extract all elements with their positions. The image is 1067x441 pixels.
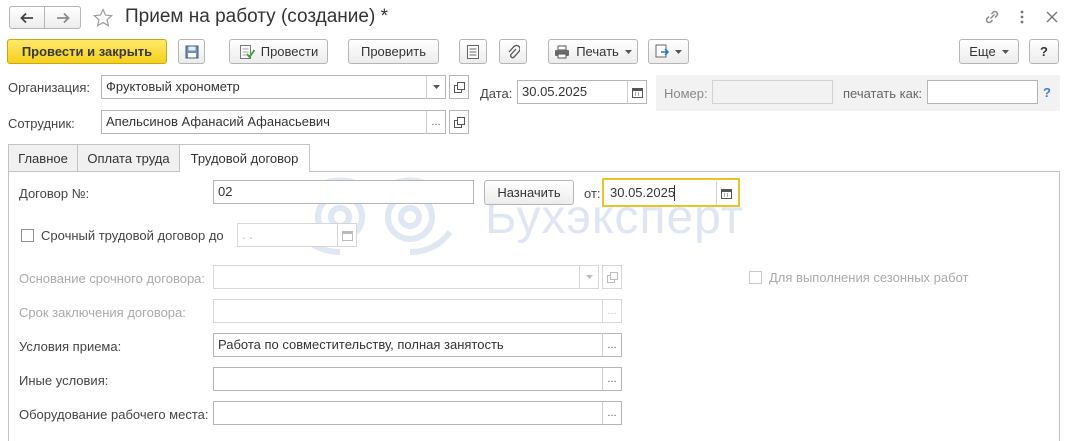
assign-number-label: Назначить [497,185,561,200]
fixed-term-checkbox[interactable] [21,229,34,242]
hire-conditions-field[interactable]: Работа по совместительству, полная занят… [213,333,603,357]
fixed-term-calendar-button [337,223,357,247]
contract-term-select-button: ... [602,299,622,323]
fixed-term-label: Срочный трудовой договор до [41,228,224,243]
contract-basis-open-button [602,265,622,289]
calendar-icon [341,230,353,241]
contract-term-label: Срок заключения договора: [19,305,186,320]
contract-number-label: Договор №: [19,186,90,201]
text-cursor [674,185,675,201]
fixed-term-date-field: . . [237,223,338,247]
ellipsis-icon: ... [607,305,617,317]
contract-date-calendar-button[interactable] [716,181,736,205]
hire-conditions-select-button[interactable]: ... [602,333,622,357]
contract-basis-dropdown [579,265,599,289]
ellipsis-icon: ... [607,407,617,419]
contract-term-field [213,299,603,323]
chevron-down-icon [585,275,593,279]
contract-content: Договор №: 02 Назначить от: 30.05.2025 С… [0,0,1067,437]
calendar-icon [720,188,732,199]
open-window-icon [606,271,618,283]
contract-date-field[interactable]: 30.05.2025 [605,181,716,205]
assign-number-button[interactable]: Назначить [484,180,574,205]
workplace-equipment-select-button[interactable]: ... [602,401,622,425]
other-conditions-field[interactable] [213,367,603,391]
contract-date-from-label: от: [584,186,601,201]
ellipsis-icon: ... [607,339,617,351]
contract-basis-field [213,265,580,289]
workplace-equipment-field[interactable] [213,401,603,425]
other-conditions-select-button[interactable]: ... [602,367,622,391]
ellipsis-icon: ... [607,373,617,385]
hire-conditions-label: Условия приема: [19,339,122,354]
workplace-equipment-label: Оборудование рабочего места: [19,407,209,422]
contract-number-field[interactable]: 02 [213,180,474,204]
contract-basis-label: Основание срочного договора: [19,271,206,286]
seasonal-work-checkbox [749,271,762,284]
seasonal-work-label: Для выполнения сезонных работ [769,270,969,285]
other-conditions-label: Иные условия: [19,373,109,388]
